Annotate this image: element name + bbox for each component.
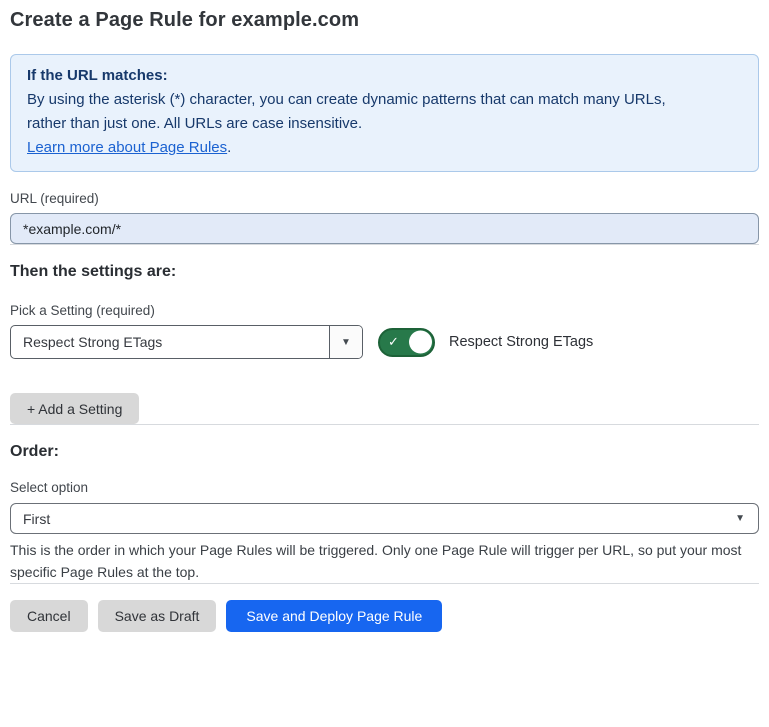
save-deploy-button[interactable]: Save and Deploy Page Rule <box>226 600 442 632</box>
pick-setting-label: Pick a Setting (required) <box>10 303 759 318</box>
chevron-down-icon[interactable]: ▼ <box>329 326 362 358</box>
url-field-label: URL (required) <box>10 191 759 206</box>
cancel-button[interactable]: Cancel <box>10 600 88 632</box>
page-title: Create a Page Rule for example.com <box>10 9 759 32</box>
setting-toggle-on[interactable]: ✓ <box>378 328 435 357</box>
setting-select-value: Respect Strong ETags <box>11 334 329 350</box>
create-page-rule-form: Create a Page Rule for example.com If th… <box>0 9 769 632</box>
order-select-label: Select option <box>10 480 759 495</box>
footer-actions: Cancel Save as Draft Save and Deploy Pag… <box>10 600 759 632</box>
check-icon: ✓ <box>388 334 399 350</box>
section-divider <box>10 424 759 425</box>
footer-divider <box>10 583 759 584</box>
info-box-body-line1: By using the asterisk (*) character, you… <box>27 88 742 112</box>
settings-section-heading: Then the settings are: <box>10 263 759 281</box>
url-match-info-box: If the URL matches: By using the asteris… <box>10 54 759 172</box>
setting-row: Respect Strong ETags ▼ ✓ Respect Strong … <box>10 325 759 359</box>
setting-select[interactable]: Respect Strong ETags ▼ <box>10 325 363 359</box>
info-box-body-line2: rather than just one. All URLs are case … <box>27 112 742 136</box>
add-setting-button[interactable]: + Add a Setting <box>10 393 139 424</box>
learn-more-page-rules-link[interactable]: Learn more about Page Rules <box>27 139 227 156</box>
info-box-heading: If the URL matches: <box>27 64 742 88</box>
url-input[interactable] <box>10 213 759 244</box>
order-help-text: This is the order in which your Page Rul… <box>10 539 750 583</box>
toggle-label: Respect Strong ETags <box>449 334 593 350</box>
order-select-value: First <box>11 511 735 527</box>
info-box-link-line: Learn more about Page Rules. <box>27 136 742 160</box>
link-period: . <box>227 139 231 156</box>
order-section-heading: Order: <box>10 443 759 461</box>
toggle-knob <box>409 331 432 354</box>
section-divider <box>10 244 759 245</box>
save-draft-button[interactable]: Save as Draft <box>98 600 217 632</box>
order-select[interactable]: First ▼ <box>10 503 759 534</box>
chevron-down-icon: ▼ <box>735 513 758 524</box>
